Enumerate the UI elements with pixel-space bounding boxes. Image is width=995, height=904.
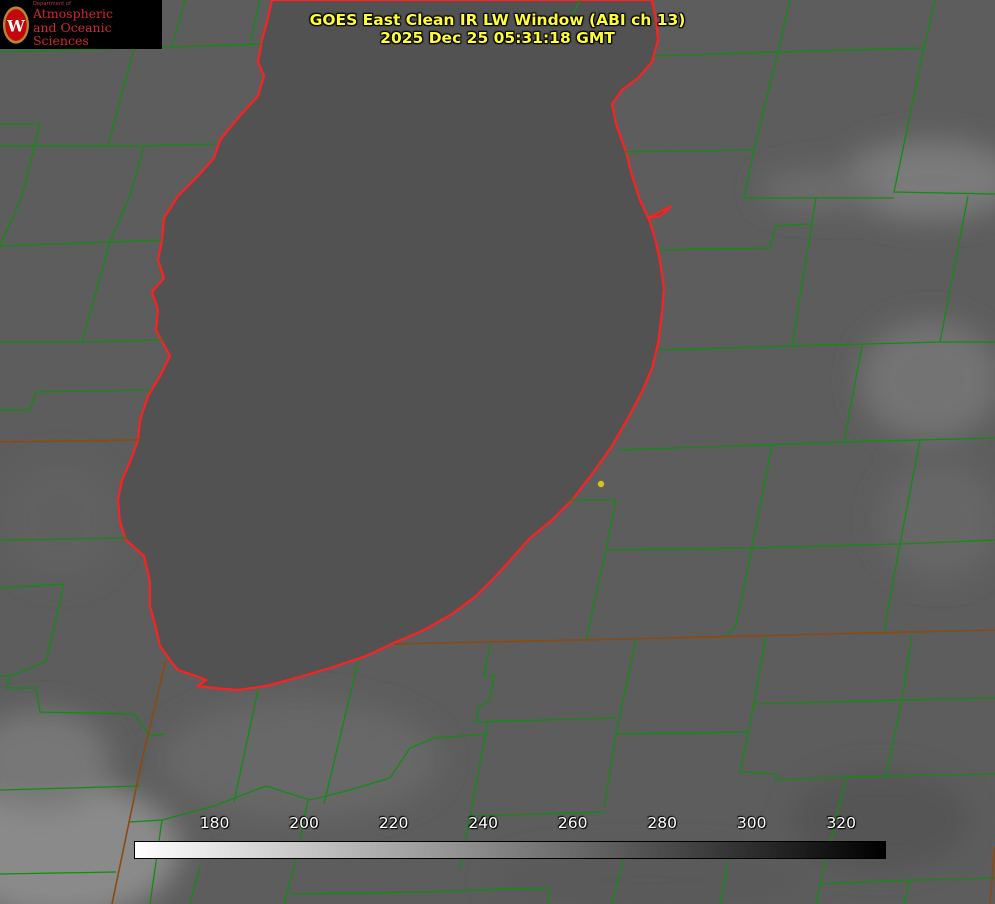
colorbar-tick-260: 260 — [557, 814, 588, 832]
colorbar-tick-220: 220 — [378, 814, 409, 832]
colorbar-tick-labels: 180 200 220 240 260 280 300 320 — [0, 814, 995, 836]
title-product: GOES East Clean IR LW Window (ABI ch 13) — [309, 11, 686, 29]
colorbar-tick-300: 300 — [736, 814, 767, 832]
ir-satellite-map — [0, 0, 995, 904]
temperature-colorbar — [134, 841, 886, 859]
colorbar-tick-320: 320 — [826, 814, 857, 832]
satellite-viewer: W Department of Atmospheric and Oceanic … — [0, 0, 995, 904]
colorbar-tick-240: 240 — [468, 814, 498, 832]
image-title: GOES East Clean IR LW Window (ABI ch 13)… — [0, 11, 995, 47]
colorbar-tick-200: 200 — [289, 814, 319, 832]
title-timestamp: 2025 Dec 25 05:31:18 GMT — [380, 29, 615, 47]
station-marker — [597, 480, 605, 488]
colorbar-tick-280: 280 — [647, 814, 677, 832]
colorbar-tick-180: 180 — [199, 814, 230, 832]
